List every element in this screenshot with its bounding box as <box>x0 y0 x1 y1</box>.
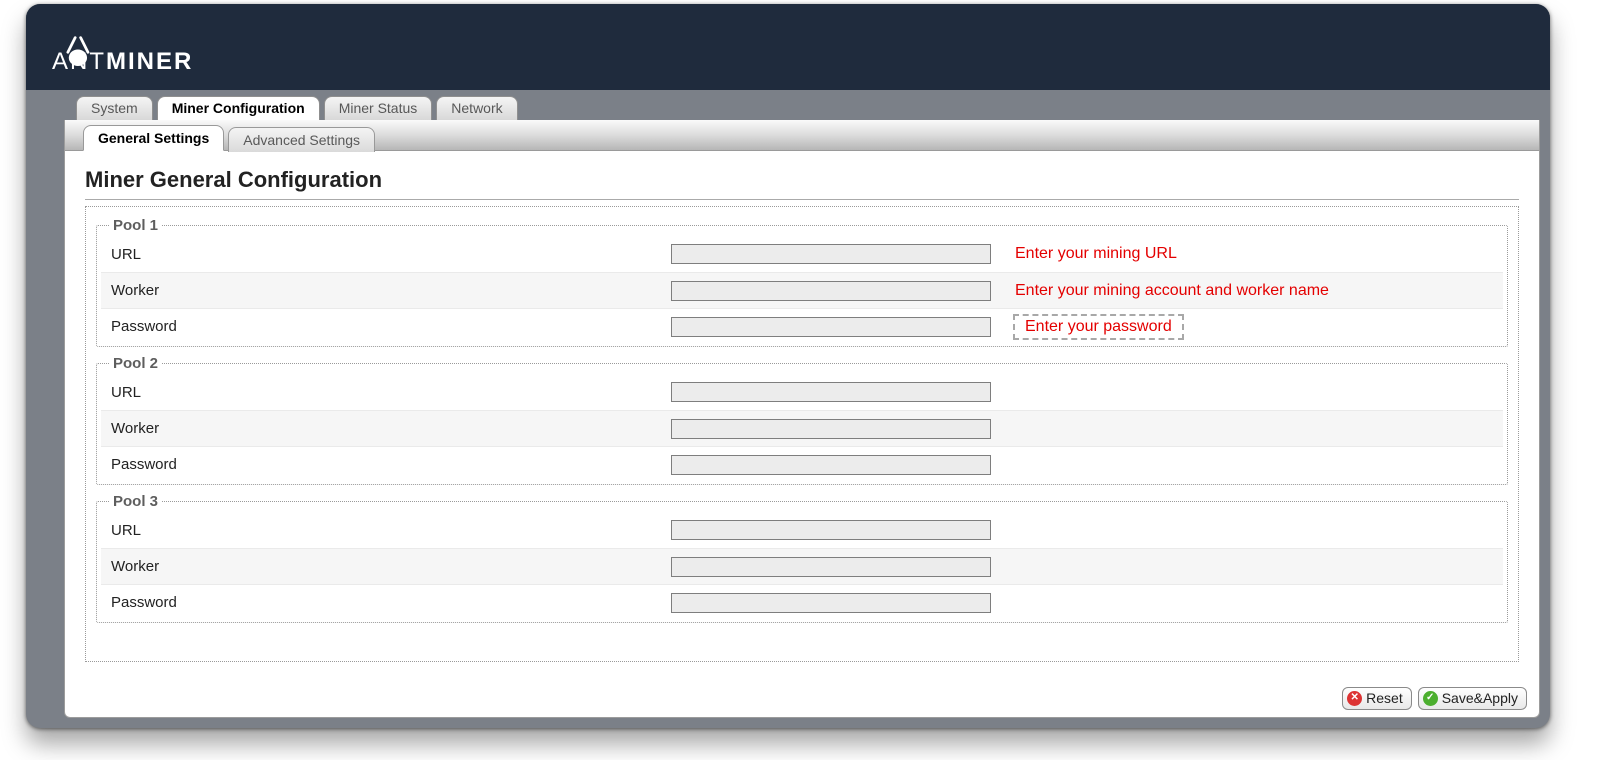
pool-3-row-password: Password <box>101 584 1503 620</box>
content-panel: General SettingsAdvanced Settings Miner … <box>64 120 1540 718</box>
pool-1-worker-hint: Enter your mining account and worker nam… <box>1015 282 1329 300</box>
pool-2-worker-input[interactable] <box>671 419 991 439</box>
primary-tab-system[interactable]: System <box>76 96 153 120</box>
pool-1-url-hint: Enter your mining URL <box>1015 245 1177 263</box>
pool-2-password-input[interactable] <box>671 455 991 475</box>
primary-tab-miner-status[interactable]: Miner Status <box>324 96 433 120</box>
page-title: Miner General Configuration <box>85 167 1519 193</box>
brand-text: ANTMINER <box>52 48 193 76</box>
pool-2-row-worker: Worker <box>101 410 1503 446</box>
footer-buttons: ✕ Reset ✓ Save&Apply <box>1342 687 1527 710</box>
pool-1-row-url: URL Enter your mining URL <box>101 236 1503 272</box>
pool-1-url-input[interactable] <box>671 244 991 264</box>
pool-3-worker-input[interactable] <box>671 557 991 577</box>
save-apply-button-label: Save&Apply <box>1442 689 1518 707</box>
pool-2-row-password: Password <box>101 446 1503 482</box>
secondary-tab-advanced-settings[interactable]: Advanced Settings <box>228 127 375 152</box>
pool-3-legend: Pool 3 <box>109 493 162 510</box>
cancel-icon: ✕ <box>1347 691 1362 706</box>
primary-tab-miner-configuration[interactable]: Miner Configuration <box>157 96 320 120</box>
pool-2-worker-label: Worker <box>111 420 671 437</box>
pool-1-row-password: Password Enter your password <box>101 308 1503 344</box>
pool-2-row-url: URL <box>101 374 1503 410</box>
pool-1-legend: Pool 1 <box>109 217 162 234</box>
pool-3-url-input[interactable] <box>671 520 991 540</box>
title-divider <box>85 199 1519 200</box>
reset-button-label: Reset <box>1366 689 1403 707</box>
pools-container: Pool 1 URL Enter your mining URL Worker Ente… <box>85 206 1519 662</box>
secondary-tabs: General SettingsAdvanced Settings <box>65 120 1539 151</box>
brand-bold: MINER <box>106 48 193 75</box>
pool-1-row-worker: Worker Enter your mining account and work… <box>101 272 1503 308</box>
reset-button[interactable]: ✕ Reset <box>1342 687 1412 710</box>
brand: ANTMINER <box>48 14 1550 76</box>
brand-thin: ANT <box>52 48 106 75</box>
pool-3-row-url: URL <box>101 512 1503 548</box>
pool-3-password-label: Password <box>111 594 671 611</box>
pool-1-fieldset: Pool 1 URL Enter your mining URL Worker Ente… <box>96 217 1508 347</box>
pool-3-password-input[interactable] <box>671 593 991 613</box>
primary-tabs: SystemMiner ConfigurationMiner StatusNet… <box>26 90 1550 120</box>
pool-1-url-label: URL <box>111 246 671 263</box>
pool-3-worker-label: Worker <box>111 558 671 575</box>
pool-2-password-label: Password <box>111 456 671 473</box>
pool-1-password-hint: Enter your password <box>1013 314 1184 340</box>
secondary-tab-general-settings[interactable]: General Settings <box>83 125 224 151</box>
pool-3-row-worker: Worker <box>101 548 1503 584</box>
primary-tab-network[interactable]: Network <box>436 96 517 120</box>
save-apply-button[interactable]: ✓ Save&Apply <box>1418 687 1527 710</box>
pool-3-fieldset: Pool 3 URL Worker Password <box>96 493 1508 623</box>
pool-1-password-label: Password <box>111 318 671 335</box>
pool-1-worker-input[interactable] <box>671 281 991 301</box>
check-icon: ✓ <box>1423 691 1438 706</box>
app-window: ANTMINER SystemMiner ConfigurationMiner … <box>26 4 1550 728</box>
pool-2-url-label: URL <box>111 384 671 401</box>
pool-2-url-input[interactable] <box>671 382 991 402</box>
pool-1-password-input[interactable] <box>671 317 991 337</box>
pool-2-legend: Pool 2 <box>109 355 162 372</box>
top-bar: ANTMINER <box>26 4 1550 90</box>
panel-body: Miner General Configuration Pool 1 URL Ent… <box>65 151 1539 662</box>
pool-2-fieldset: Pool 2 URL Worker Password <box>96 355 1508 485</box>
pool-1-worker-label: Worker <box>111 282 671 299</box>
pool-3-url-label: URL <box>111 522 671 539</box>
